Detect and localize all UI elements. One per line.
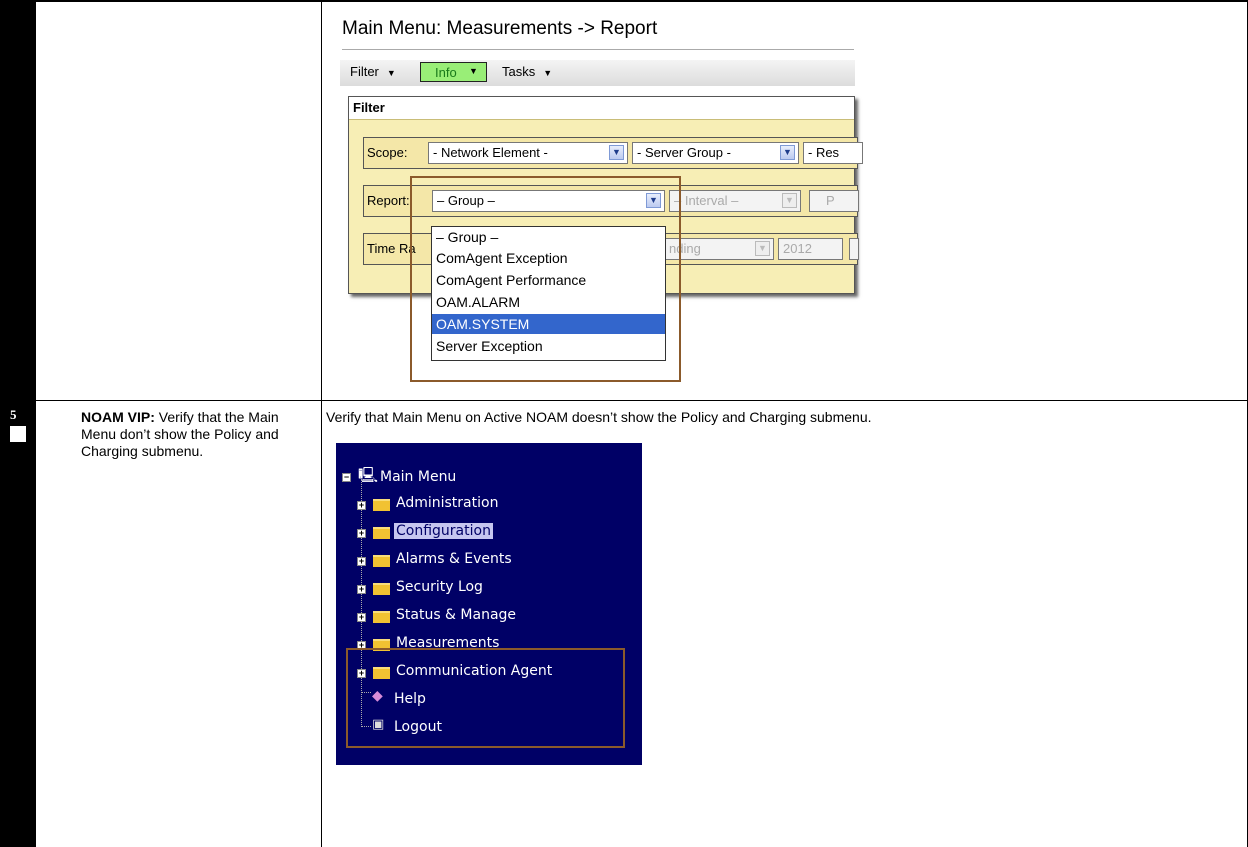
server-group-value: - Server Group -: [637, 145, 731, 160]
folder-icon: [373, 583, 390, 595]
resource-select[interactable]: - Res: [803, 142, 863, 164]
network-element-select[interactable]: - Network Element - ▼: [428, 142, 628, 164]
table-top-border: [0, 0, 1248, 2]
step-column-top: [0, 0, 36, 400]
info-menu-label: Info: [435, 65, 457, 80]
chevron-down-icon: ▼: [386, 68, 396, 78]
expand-icon[interactable]: +: [357, 557, 366, 566]
chevron-down-icon: ▼: [543, 68, 553, 78]
year-field[interactable]: 2012: [778, 238, 843, 260]
folder-icon: [373, 527, 390, 539]
resource-value: - Res: [808, 145, 840, 160]
report-extra-label: P: [826, 193, 835, 208]
tree-root-main-menu[interactable]: Main Menu: [380, 469, 456, 485]
tree-item-status-manage[interactable]: Status & Manage: [396, 607, 516, 623]
folder-icon: [373, 611, 390, 623]
interval-select[interactable]: – Interval – ▼: [669, 190, 801, 212]
time-range-label: Time Ra: [367, 241, 416, 256]
expand-icon[interactable]: +: [357, 613, 366, 622]
page-title: Main Menu: Measurements -> Report: [342, 18, 658, 39]
chevron-down-icon: ▼: [782, 193, 797, 208]
step-checkbox[interactable]: [10, 426, 26, 442]
scope-row: Scope: - Network Element - ▼ - Server Gr…: [363, 137, 863, 169]
expand-icon[interactable]: +: [357, 585, 366, 594]
folder-icon: [373, 555, 390, 567]
tasks-menu-label: Tasks: [502, 64, 536, 79]
filter-menu-label: Filter: [350, 64, 379, 79]
info-menu[interactable]: Info ▼: [420, 62, 487, 82]
filter-panel-header: Filter: [349, 97, 854, 120]
highlight-box-menu: [346, 648, 625, 748]
toolbar: Filter ▼ Info ▼ Tasks ▼: [340, 60, 855, 86]
collapse-icon[interactable]: −: [342, 473, 351, 482]
tree-item-security-log[interactable]: Security Log: [396, 579, 483, 595]
tree-item-administration[interactable]: Administration: [396, 495, 498, 511]
filter-menu[interactable]: Filter ▼: [350, 64, 396, 79]
tree-item-alarms-events[interactable]: Alarms & Events: [396, 551, 512, 567]
step-title: NOAM VIP:: [81, 409, 155, 425]
table-column-divider: [321, 0, 322, 847]
folder-icon: [373, 499, 390, 511]
step-number: 5: [10, 407, 17, 422]
interval-value: – Interval –: [674, 193, 739, 208]
scope-label: Scope:: [367, 145, 408, 160]
table-row-divider: [0, 400, 1248, 401]
report-label: Report:: [367, 193, 410, 208]
chevron-down-icon: ▼: [780, 145, 795, 160]
expand-icon[interactable]: +: [357, 529, 366, 538]
chevron-down-icon: ▼: [469, 66, 478, 76]
chevron-down-icon: ▼: [609, 145, 624, 160]
step-description: NOAM VIP: Verify that the Main Menu don’…: [81, 409, 316, 460]
network-element-value: - Network Element -: [433, 145, 548, 160]
server-group-select[interactable]: - Server Group - ▼: [632, 142, 799, 164]
chevron-down-icon: ▼: [755, 241, 770, 256]
step-column-bottom: [0, 400, 36, 847]
time-range-extra[interactable]: [849, 238, 859, 260]
filter-panel-title: Filter: [353, 100, 385, 115]
year-value: 2012: [783, 241, 812, 256]
verify-instruction: Verify that Main Menu on Active NOAM doe…: [326, 409, 872, 425]
highlight-box-dropdown: [410, 176, 681, 382]
title-divider: [342, 49, 854, 50]
report-extra-button[interactable]: P: [809, 190, 859, 212]
computer-icon: 🖳: [358, 466, 379, 484]
tasks-menu[interactable]: Tasks ▼: [502, 64, 552, 79]
expand-icon[interactable]: +: [357, 501, 366, 510]
tree-item-configuration[interactable]: Configuration: [394, 523, 493, 539]
